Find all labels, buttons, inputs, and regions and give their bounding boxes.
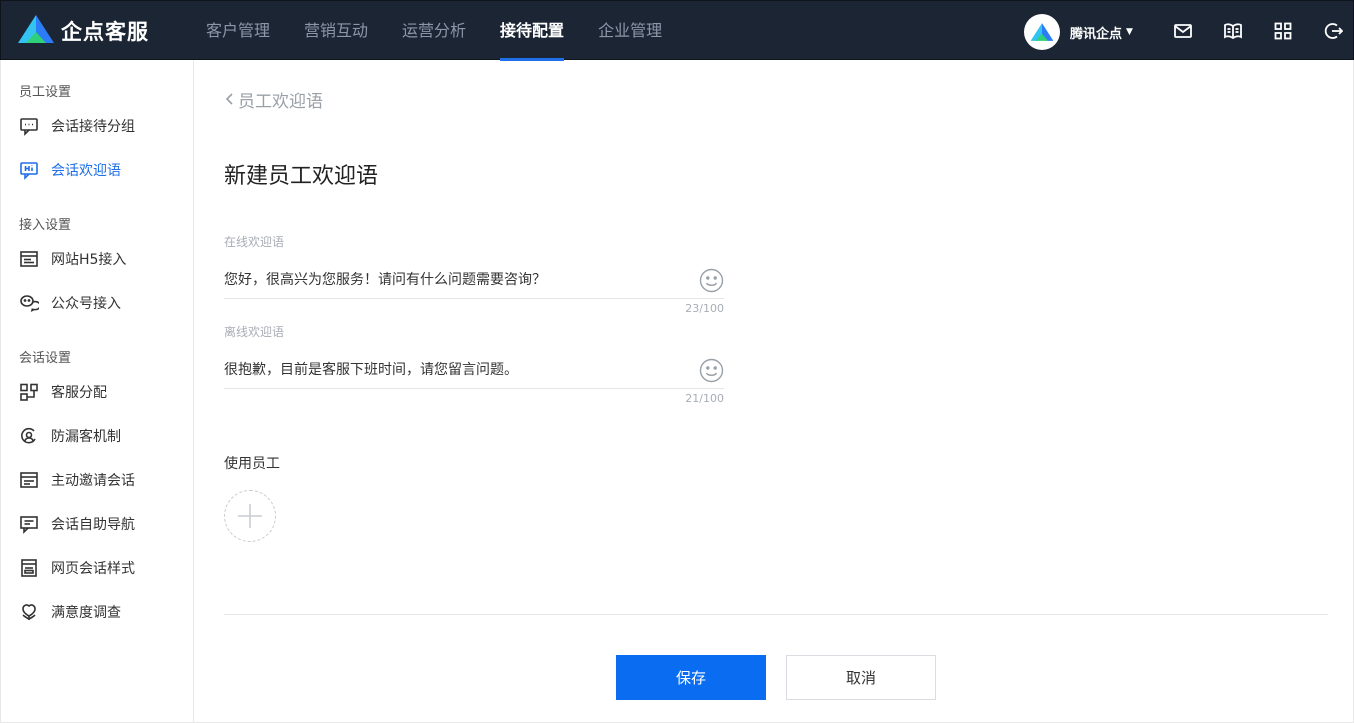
user-menu[interactable]: 腾讯企点 ▼ (1024, 14, 1133, 50)
qidian-logo-icon (17, 14, 55, 48)
invite-icon (19, 470, 39, 490)
back-link[interactable]: 员工欢迎语 (224, 88, 323, 112)
distribute-icon (19, 382, 39, 402)
online-welcome-underline (224, 298, 724, 299)
cancel-button[interactable]: 取消 (786, 655, 936, 700)
online-welcome-label: 在线欢迎语 (224, 235, 285, 249)
add-staff-button[interactable] (224, 490, 276, 542)
sidebar-item-website-h5[interactable]: 网站H5接入 (19, 247, 126, 271)
online-welcome-counter: 23/100 (685, 302, 724, 315)
sidebar-item-distribution[interactable]: 客服分配 (19, 380, 107, 404)
nav-marketing[interactable]: 营销互动 (287, 1, 385, 61)
anti-miss-icon (19, 426, 39, 446)
sidebar-item-label: 会话接待分组 (51, 119, 135, 135)
nav-customer-management[interactable]: 客户管理 (189, 1, 287, 61)
back-label: 员工欢迎语 (238, 91, 323, 112)
brand[interactable]: 企点客服 (17, 15, 149, 47)
website-icon (19, 249, 39, 269)
sidebar-item-anti-miss[interactable]: 防漏客机制 (19, 424, 121, 448)
sidebar-item-label: 公众号接入 (51, 296, 121, 312)
emoji-icon[interactable] (699, 268, 724, 293)
nav-reception-config[interactable]: 接待配置 (483, 1, 581, 61)
avatar (1024, 14, 1060, 50)
sidebar-item-label: 防漏客机制 (51, 429, 121, 445)
offline-welcome-counter: 21/100 (685, 392, 724, 405)
sidebar-item-label: 网页会话样式 (51, 561, 135, 577)
plus-icon (238, 504, 262, 528)
page-title: 新建员工欢迎语 (224, 164, 379, 189)
sidebar-section-session: 会话设置 (19, 351, 72, 366)
grid-apps-icon[interactable] (1273, 21, 1293, 41)
sidebar-item-wechat[interactable]: 公众号接入 (19, 291, 121, 315)
online-welcome-input[interactable]: 您好，很高兴为您服务！请问有什么问题需要咨询？ (224, 269, 684, 289)
chat-group-icon (19, 116, 39, 136)
sidebar-item-label: 满意度调查 (51, 605, 121, 621)
offline-welcome-label: 离线欢迎语 (224, 325, 285, 339)
main-nav: 客户管理 营销互动 运营分析 接待配置 企业管理 (189, 1, 679, 61)
hi-message-icon (19, 160, 39, 180)
brand-name: 企点客服 (61, 20, 149, 44)
nav-operations-analysis[interactable]: 运营分析 (385, 1, 483, 61)
save-button[interactable]: 保存 (616, 655, 766, 700)
sidebar-item-label: 主动邀请会话 (51, 473, 135, 489)
nav-guide-icon (19, 514, 39, 534)
sidebar-item-invite[interactable]: 主动邀请会话 (19, 468, 135, 492)
sidebar-item-label: 会话欢迎语 (51, 163, 121, 179)
sidebar-item-chat-group[interactable]: 会话接待分组 (19, 114, 135, 138)
offline-welcome-input[interactable]: 很抱歉，目前是客服下班时间，请您留言问题。 (224, 359, 684, 379)
user-name: 腾讯企点 (1070, 26, 1123, 42)
mail-icon[interactable] (1173, 21, 1193, 41)
sidebar: 员工设置 会话接待分组 会话欢迎语 接入设置 网站H5接入 公众号接入 会话设置… (0, 60, 194, 723)
sidebar-item-satisfaction[interactable]: 满意度调查 (19, 600, 121, 624)
caret-down-icon: ▼ (1126, 27, 1133, 37)
top-bar: 企点客服 客户管理 营销互动 运营分析 接待配置 企业管理 腾讯企点 ▼ (0, 0, 1354, 61)
sidebar-item-self-nav[interactable]: 会话自助导航 (19, 512, 135, 536)
sidebar-section-staff: 员工设置 (19, 85, 72, 100)
chevron-left-icon (225, 93, 233, 105)
logout-icon[interactable] (1323, 21, 1344, 41)
sidebar-item-label: 客服分配 (51, 385, 107, 401)
book-icon[interactable] (1223, 21, 1243, 41)
satisfaction-icon (19, 602, 39, 622)
sidebar-item-page-style[interactable]: 网页会话样式 (19, 556, 135, 580)
staff-label: 使用员工 (224, 456, 280, 472)
sidebar-section-access: 接入设置 (19, 218, 72, 233)
offline-welcome-underline (224, 388, 724, 389)
page-style-icon (19, 558, 39, 578)
nav-enterprise-management[interactable]: 企业管理 (581, 1, 679, 61)
wechat-icon (19, 293, 39, 313)
emoji-icon[interactable] (699, 358, 724, 383)
footer-divider (224, 614, 1328, 615)
sidebar-item-label: 会话自助导航 (51, 517, 135, 533)
sidebar-item-welcome-message[interactable]: 会话欢迎语 (19, 158, 121, 182)
sidebar-item-label: 网站H5接入 (51, 252, 127, 268)
